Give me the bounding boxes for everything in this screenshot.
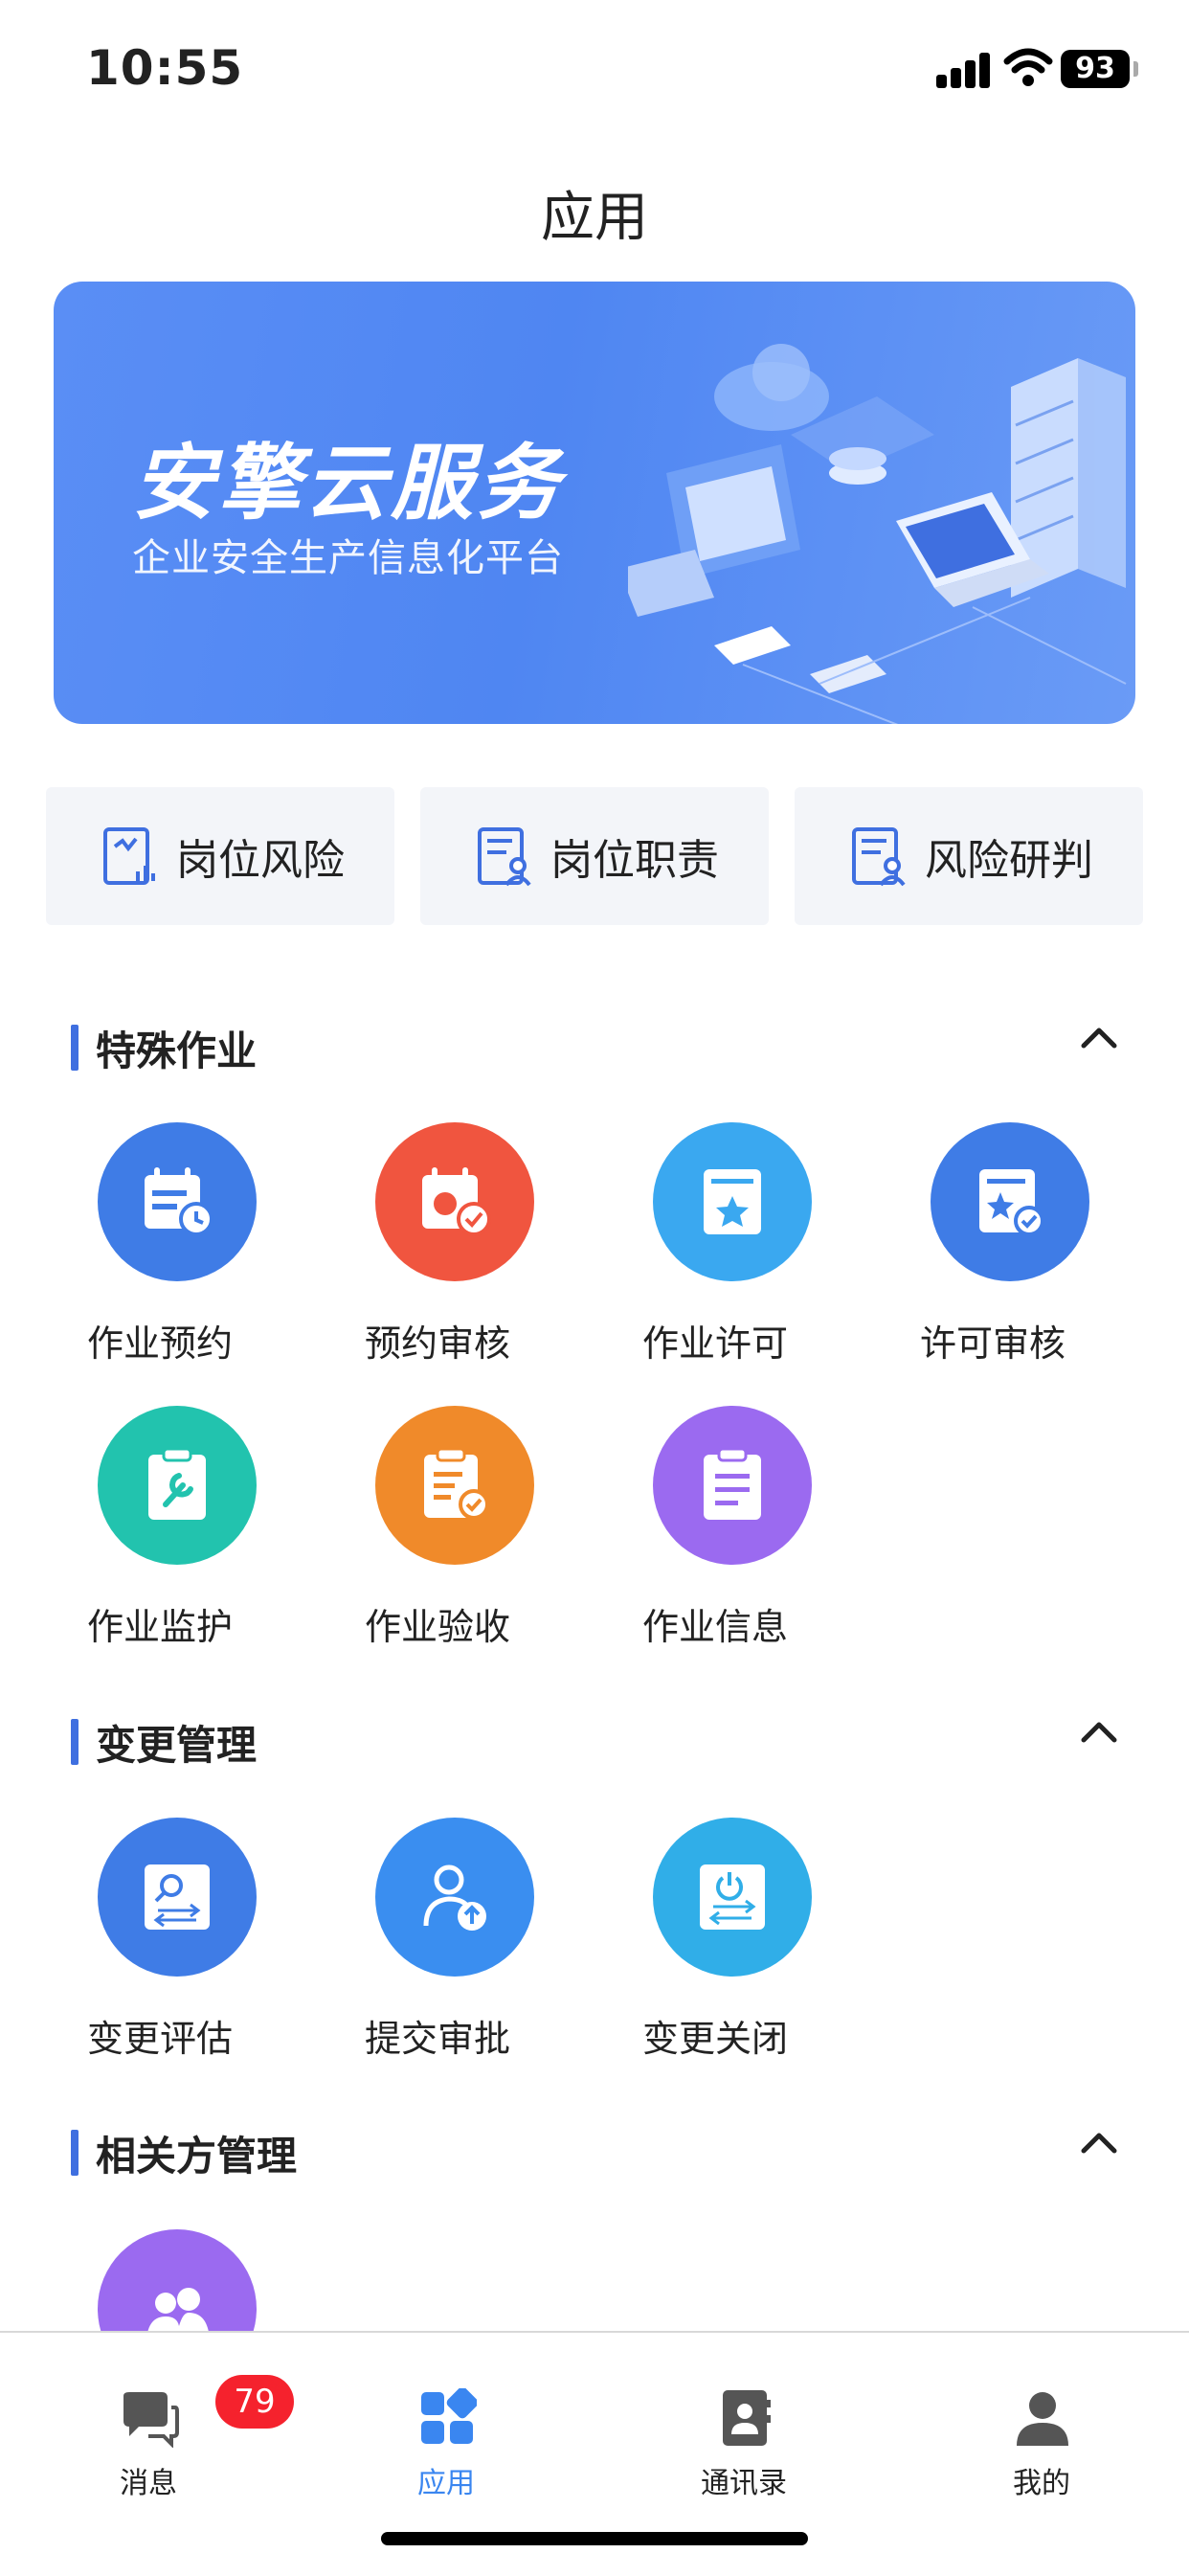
home-indicator[interactable]: [381, 2532, 808, 2545]
search-exchange-icon: [145, 1864, 210, 1930]
page-title: 应用: [541, 187, 648, 249]
clipboard-list-icon: [704, 1447, 761, 1520]
app-label: 提交审批: [364, 2018, 510, 2060]
quick-link-label: 岗位风险: [176, 836, 345, 885]
section-title: 特殊作业: [96, 1028, 258, 1074]
app-label: 许可审核: [919, 1322, 1066, 1365]
cellular-signal-icon: [936, 50, 994, 88]
app-submit-approval[interactable]: 提交审批: [322, 1818, 551, 2067]
app-booking-review[interactable]: 预约审核: [322, 1122, 551, 1371]
calendar-clock-icon: [145, 1167, 213, 1236]
app-label: 预约审核: [364, 1322, 510, 1365]
clipboard-check-icon: [424, 1447, 489, 1520]
app-label: 作业验收: [364, 1606, 510, 1648]
risk-review-icon: [852, 827, 906, 887]
user-upload-icon: [423, 1864, 486, 1931]
section-header-special-work[interactable]: 特殊作业: [0, 1006, 1189, 1082]
chevron-up-icon[interactable]: [1080, 1717, 1118, 1746]
tab-label: 通讯录: [701, 2467, 787, 2500]
app-label: 作业信息: [641, 1606, 788, 1648]
quick-link-post-duty[interactable]: 岗位职责: [420, 787, 769, 925]
risk-chart-icon: [103, 827, 155, 885]
quick-link-label: 岗位职责: [550, 836, 719, 885]
app-label: 变更评估: [86, 2018, 233, 2060]
tab-label: 应用: [417, 2467, 475, 2500]
tab-apps[interactable]: 应用: [370, 2360, 523, 2503]
app-icon-circle: [653, 1818, 812, 1977]
section-accent-bar: [71, 1719, 79, 1765]
app-work-guard[interactable]: 作业监护: [44, 1406, 274, 1655]
tab-label: 消息: [120, 2467, 177, 2500]
battery-level: 93: [1061, 50, 1130, 88]
status-bar: 10:55 93: [0, 0, 1189, 144]
tab-label: 我的: [1013, 2467, 1070, 2500]
app-icon-circle: [653, 1122, 812, 1281]
contacts-icon: [723, 2390, 771, 2446]
chevron-up-icon[interactable]: [1080, 1023, 1118, 1051]
promo-banner[interactable]: 安擎云服务 企业安全生产信息化平台: [54, 282, 1135, 724]
quick-link-post-risk[interactable]: 岗位风险: [46, 787, 394, 925]
wifi-icon: [1003, 48, 1053, 86]
chat-icon: [123, 2392, 179, 2448]
app-label: 作业许可: [641, 1322, 788, 1365]
section-header-related-party[interactable]: 相关方管理: [0, 2111, 1189, 2187]
tab-me[interactable]: 我的: [965, 2360, 1118, 2503]
tab-contacts[interactable]: 通讯录: [667, 2360, 820, 2503]
app-icon-circle: [375, 1122, 534, 1281]
section-accent-bar: [71, 1025, 79, 1071]
app-icon-circle: [98, 1406, 257, 1565]
status-time: 10:55: [86, 40, 244, 96]
section-header-change-management[interactable]: 变更管理: [0, 1700, 1189, 1776]
app-icon-circle: [375, 1406, 534, 1565]
power-exchange-icon: [700, 1864, 765, 1930]
app-label: 变更关闭: [641, 2018, 788, 2060]
quick-link-label: 风险研判: [925, 836, 1093, 885]
star-doc-icon: [704, 1169, 761, 1234]
app-work-acceptance[interactable]: 作业验收: [322, 1406, 551, 1655]
unread-count-badge: 79: [215, 2375, 294, 2429]
app-work-booking[interactable]: 作业预约: [44, 1122, 274, 1371]
app-icon-circle: [931, 1122, 1089, 1281]
apps-icon: [421, 2388, 477, 2444]
star-doc-check-icon: [979, 1169, 1044, 1236]
app-label: 作业监护: [86, 1606, 233, 1648]
app-icon-circle: [98, 1122, 257, 1281]
section-accent-bar: [71, 2130, 79, 2176]
section-title: 相关方管理: [96, 2133, 298, 2180]
app-change-assessment[interactable]: 变更评估: [44, 1818, 274, 2067]
section-title: 变更管理: [96, 1722, 258, 1769]
person-icon: [1017, 2392, 1068, 2446]
cloud-server-illustration: [628, 344, 1127, 724]
app-label: 作业预约: [86, 1322, 233, 1365]
banner-title: 安擎云服务: [132, 436, 563, 531]
app-icon-circle: [98, 1818, 257, 1977]
app-icon-circle: [653, 1406, 812, 1565]
chevron-up-icon[interactable]: [1080, 2128, 1118, 2157]
app-work-permit[interactable]: 作业许可: [599, 1122, 829, 1371]
battery-tip: [1133, 61, 1138, 77]
app-icon-circle: [375, 1818, 534, 1977]
duty-person-icon: [478, 827, 531, 887]
quick-link-risk-review[interactable]: 风险研判: [795, 787, 1143, 925]
app-work-info[interactable]: 作业信息: [599, 1406, 829, 1655]
banner-subtitle: 企业安全生产信息化平台: [132, 536, 564, 580]
calendar-check-icon: [422, 1167, 491, 1236]
clipboard-wrench-icon: [148, 1447, 206, 1520]
app-change-close[interactable]: 变更关闭: [599, 1818, 829, 2067]
tab-messages[interactable]: 79 消息: [72, 2360, 294, 2503]
app-permit-review[interactable]: 许可审核: [877, 1122, 1107, 1371]
